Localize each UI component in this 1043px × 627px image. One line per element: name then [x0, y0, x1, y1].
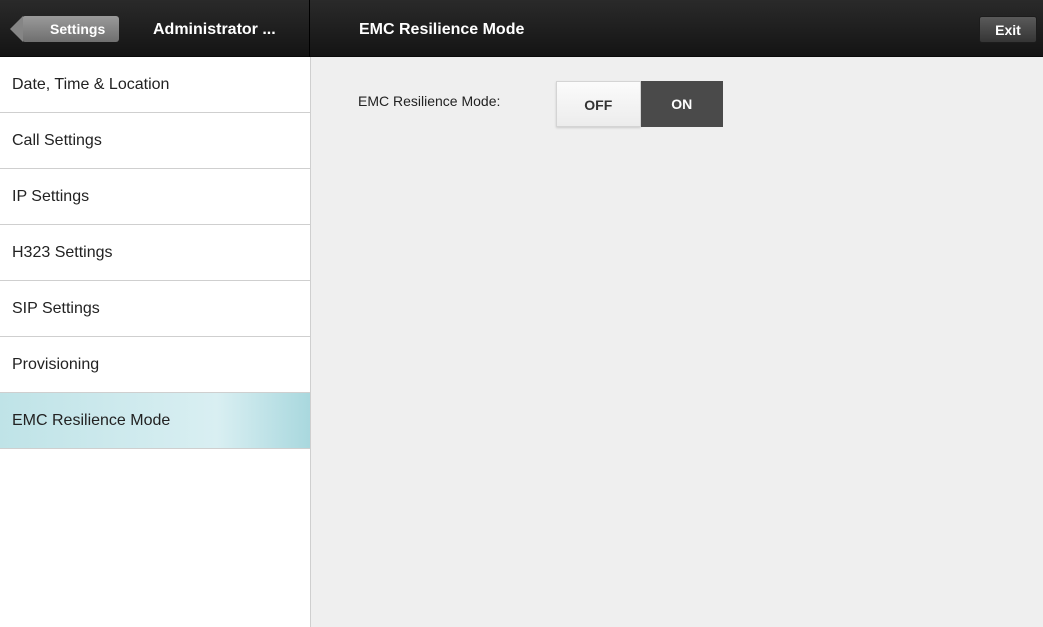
app-window: Settings Administrator ... EMC Resilienc… — [0, 0, 1043, 627]
section-title: Administrator ... — [153, 21, 276, 38]
toggle-on-option[interactable]: ON — [640, 81, 723, 127]
emc-resilience-mode-toggle: OFF ON — [556, 81, 723, 127]
emc-resilience-mode-label: EMC Resilience Mode: — [358, 93, 501, 109]
back-settings-button[interactable]: Settings — [9, 16, 120, 42]
sidebar-item-provisioning[interactable]: Provisioning — [0, 337, 310, 393]
sidebar-item-sip-settings[interactable]: SIP Settings — [0, 281, 310, 337]
sidebar-item-emc-resilience-mode[interactable]: EMC Resilience Mode — [0, 393, 310, 449]
sidebar: Date, Time & Location Call Settings IP S… — [0, 57, 311, 627]
sidebar-item-date-time-location[interactable]: Date, Time & Location — [0, 57, 310, 113]
breadcrumb: Settings Administrator ... — [0, 0, 310, 57]
sidebar-item-call-settings[interactable]: Call Settings — [0, 113, 310, 169]
exit-button[interactable]: Exit — [979, 16, 1037, 43]
top-bar: Settings Administrator ... EMC Resilienc… — [0, 0, 1043, 57]
sidebar-item-h323-settings[interactable]: H323 Settings — [0, 225, 310, 281]
main-content: EMC Resilience Mode: OFF ON — [311, 57, 1043, 627]
page-title: EMC Resilience Mode — [359, 21, 525, 38]
sidebar-item-ip-settings[interactable]: IP Settings — [0, 169, 310, 225]
toggle-off-option[interactable]: OFF — [556, 81, 641, 127]
